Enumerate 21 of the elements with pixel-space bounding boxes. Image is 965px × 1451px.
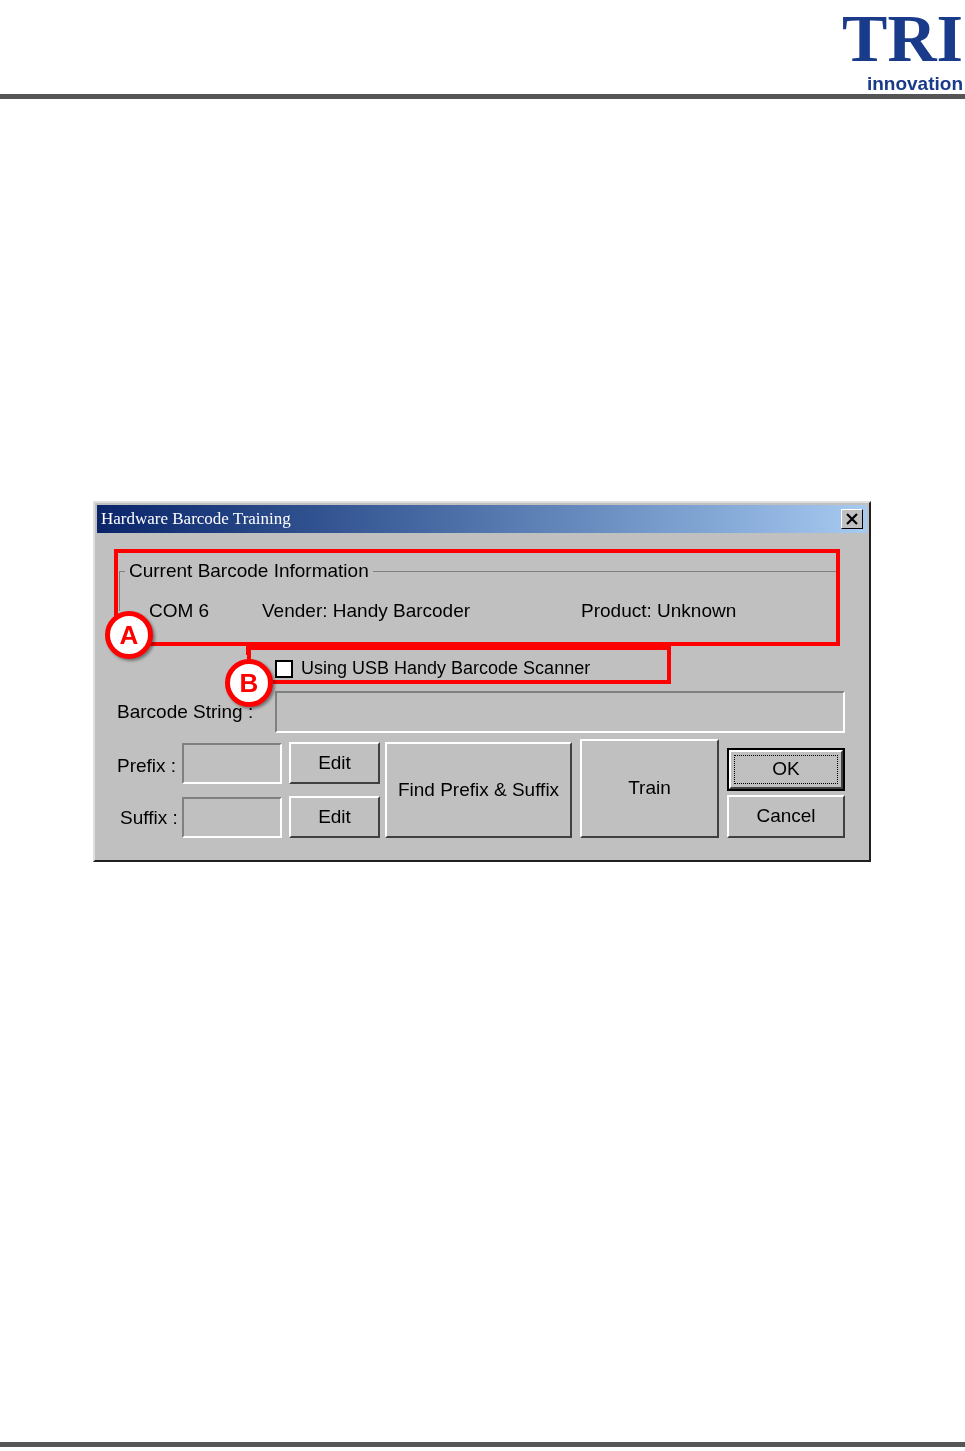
callout-badge: B (225, 659, 273, 707)
edit-button[interactable]: Edit (289, 796, 380, 838)
window-title: Hardware Barcode Training (101, 508, 291, 531)
ok-button[interactable]: OK (729, 750, 843, 789)
close-button[interactable] (841, 509, 863, 529)
checkbox-label: Using USB Handy Barcode Scanner (301, 657, 591, 680)
logo: TRI innovation (842, 2, 963, 93)
group-title: Current Barcode Information (129, 560, 369, 581)
checkbox[interactable] (275, 659, 293, 678)
input-field[interactable] (275, 691, 845, 733)
info-text: Product: Unknown (581, 599, 737, 623)
find-prefix-suffix-button[interactable]: Find Prefix & Suffix (385, 742, 572, 838)
field-label: Suffix : (120, 806, 178, 830)
info-text: Vender: Handy Barcoder (262, 599, 472, 623)
close-icon (846, 513, 858, 525)
input-field[interactable] (182, 743, 282, 784)
train-button[interactable]: Train (580, 739, 719, 838)
field-label: Prefix : (117, 754, 177, 778)
cancel-button[interactable]: Cancel (727, 795, 845, 838)
edit-button[interactable]: Edit (289, 742, 380, 784)
input-field[interactable] (182, 797, 282, 838)
